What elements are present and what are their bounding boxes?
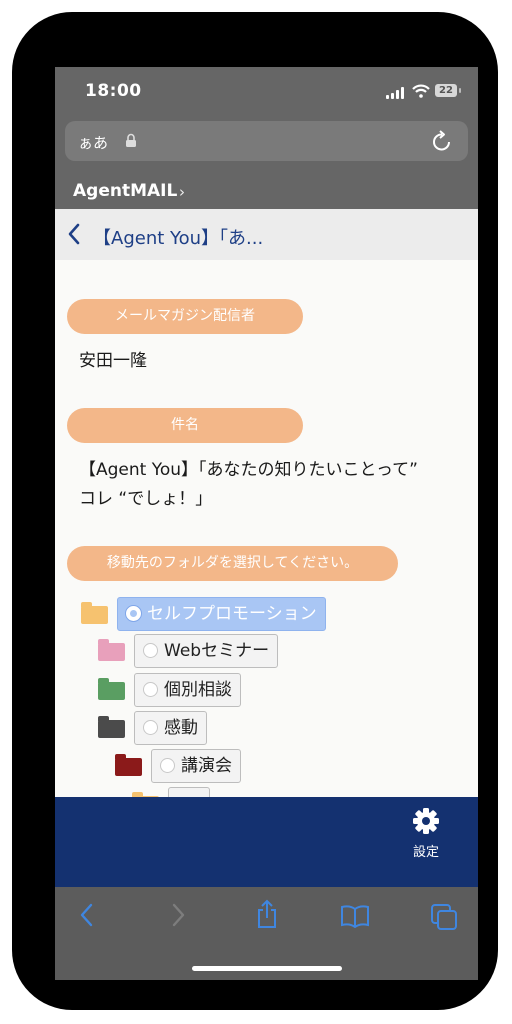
bookmarks-icon[interactable] — [340, 904, 370, 928]
status-time: 18:00 — [85, 81, 142, 101]
folder-option-webseminar[interactable]: Webセミナー — [134, 634, 279, 668]
subject-label: 件名 — [67, 408, 303, 443]
status-bar: 18:00 22 — [55, 67, 478, 119]
folder-option-lecture[interactable]: 講演会 — [151, 749, 241, 783]
phone-frame: 18:00 22 ぁあ AgentMAIL › 【Agent You】「あ...… — [12, 12, 498, 1010]
radio-selected-icon — [126, 606, 141, 621]
wifi-icon — [412, 84, 430, 98]
text-size-button[interactable]: ぁあ — [78, 132, 108, 153]
folder-option-label: 個別相談 — [164, 680, 232, 700]
folder-option-consultation[interactable]: 個別相談 — [134, 673, 241, 707]
forward-icon[interactable] — [170, 902, 186, 928]
sender-value: 安田一隆 — [79, 351, 147, 371]
back-chevron-icon[interactable] — [67, 223, 81, 245]
subject-line-2: コレ “でしょ！」 — [79, 489, 213, 509]
folder-option-kando[interactable]: 感動 — [134, 711, 207, 745]
radio-icon — [143, 682, 158, 697]
bottom-app-bar: 設定 — [55, 797, 478, 887]
radio-icon — [143, 720, 158, 735]
settings-label: 設定 — [412, 845, 439, 860]
folder-icon — [98, 639, 125, 661]
settings-button[interactable]: 設定 — [410, 807, 442, 860]
nav-bar: 【Agent You】「あ... — [55, 209, 478, 260]
share-icon[interactable] — [255, 899, 279, 929]
folder-option-selfpromotion[interactable]: セルフプロモーション — [117, 597, 326, 631]
folder-option-partial[interactable] — [168, 787, 210, 797]
folder-icon — [98, 716, 125, 738]
folder-option-label: Webセミナー — [164, 641, 270, 661]
home-indicator — [192, 966, 342, 971]
app-header[interactable]: AgentMAIL › — [55, 175, 478, 209]
browser-toolbar — [55, 887, 478, 980]
back-icon[interactable] — [79, 902, 95, 928]
folder-option-label: 感動 — [164, 718, 198, 738]
folder-option-label: 講演会 — [181, 756, 232, 776]
folder-icon — [81, 602, 108, 624]
gear-icon — [413, 808, 439, 834]
folder-option-label: セルフプロモーション — [147, 604, 317, 624]
radio-icon — [160, 758, 175, 773]
tabs-icon[interactable] — [430, 903, 458, 931]
folder-icon — [98, 678, 125, 700]
nav-title: 【Agent You】「あ... — [93, 228, 264, 249]
browser-url-area: ぁあ — [55, 119, 478, 175]
url-bar[interactable]: ぁあ — [65, 121, 468, 161]
mail-move-form: メールマガジン配信者 安田一隆 件名 【Agent You】「あなたの知りたいこ… — [55, 260, 478, 797]
signal-icon — [386, 87, 406, 99]
radio-icon — [143, 643, 158, 658]
folder-icon — [115, 754, 142, 776]
screen: 18:00 22 ぁあ AgentMAIL › 【Agent You】「あ...… — [55, 67, 478, 980]
lock-icon — [126, 133, 136, 147]
app-title: AgentMAIL — [73, 181, 178, 201]
battery-icon: 22 — [435, 84, 457, 97]
chevron-right-icon: › — [179, 183, 185, 201]
reload-icon[interactable] — [431, 129, 453, 153]
battery-tip — [459, 88, 461, 93]
subject-line-1: 【Agent You】「あなたの知りたいことって” — [79, 460, 418, 480]
sender-label: メールマガジン配信者 — [67, 299, 303, 334]
folder-select-label: 移動先のフォルダを選択してください。 — [67, 546, 398, 581]
